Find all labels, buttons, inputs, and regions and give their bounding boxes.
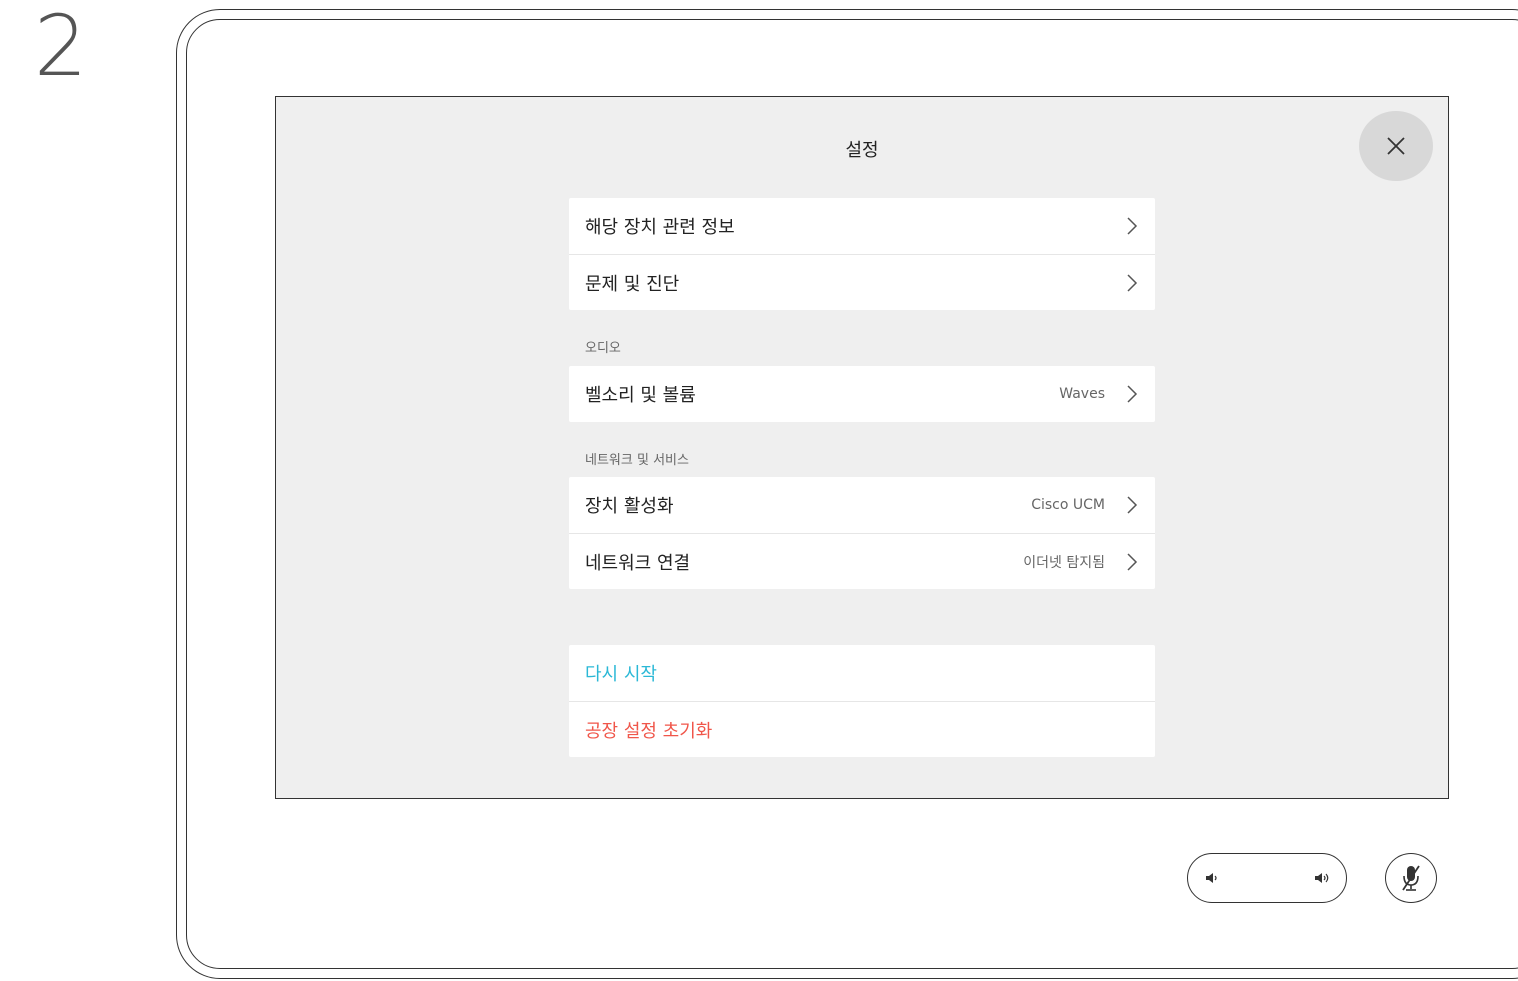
actions-card: 다시 시작 공장 설정 초기화 xyxy=(569,645,1155,757)
page-title: 설정 xyxy=(845,140,879,161)
chevron-right-icon xyxy=(1127,385,1138,403)
menu-item-device-info[interactable]: 해당 장치 관련 정보 xyxy=(569,198,1155,254)
menu-item-label: 벨소리 및 볼륨 xyxy=(585,385,696,406)
info-card: 해당 장치 관련 정보 문제 및 진단 xyxy=(569,198,1155,310)
menu-item-diagnostics[interactable]: 문제 및 진단 xyxy=(569,254,1155,310)
menu-item-label: 해당 장치 관련 정보 xyxy=(585,217,735,238)
audio-card: 벨소리 및 볼륨 Waves xyxy=(569,366,1155,422)
microphone-mute-icon xyxy=(1402,865,1420,891)
section-header-audio: 오디오 xyxy=(585,341,621,356)
volume-down-icon[interactable] xyxy=(1204,870,1220,886)
section-header-network: 네트워크 및 서비스 xyxy=(585,453,689,468)
menu-item-value: 이더넷 탐지됨 xyxy=(1023,554,1105,571)
volume-control[interactable] xyxy=(1187,853,1347,903)
menu-item-device-activation[interactable]: 장치 활성화 Cisco UCM xyxy=(569,477,1155,533)
menu-item-ringtone-volume[interactable]: 벨소리 및 볼륨 Waves xyxy=(569,366,1155,422)
menu-item-network-connection[interactable]: 네트워크 연결 이더넷 탐지됨 xyxy=(569,533,1155,589)
menu-item-value: Cisco UCM xyxy=(1031,497,1105,513)
step-number: 2 xyxy=(34,0,88,95)
factory-reset-button[interactable]: 공장 설정 초기화 xyxy=(569,701,1155,757)
factory-reset-label: 공장 설정 초기화 xyxy=(585,720,713,742)
menu-item-label: 문제 및 진단 xyxy=(585,273,680,295)
restart-label: 다시 시작 xyxy=(585,664,657,685)
menu-item-value: Waves xyxy=(1059,386,1105,402)
close-button[interactable] xyxy=(1359,111,1433,181)
restart-button[interactable]: 다시 시작 xyxy=(569,645,1155,701)
volume-up-icon[interactable] xyxy=(1313,870,1333,886)
menu-item-label: 네트워크 연결 xyxy=(585,552,691,574)
chevron-right-icon xyxy=(1127,552,1138,571)
menu-item-label: 장치 활성화 xyxy=(585,496,674,517)
chevron-right-icon xyxy=(1127,273,1138,292)
network-card: 장치 활성화 Cisco UCM 네트워크 연결 이더넷 탐지됨 xyxy=(569,477,1155,589)
close-icon xyxy=(1387,137,1405,155)
mute-button[interactable] xyxy=(1385,853,1437,903)
chevron-right-icon xyxy=(1127,217,1138,235)
chevron-right-icon xyxy=(1127,496,1138,514)
